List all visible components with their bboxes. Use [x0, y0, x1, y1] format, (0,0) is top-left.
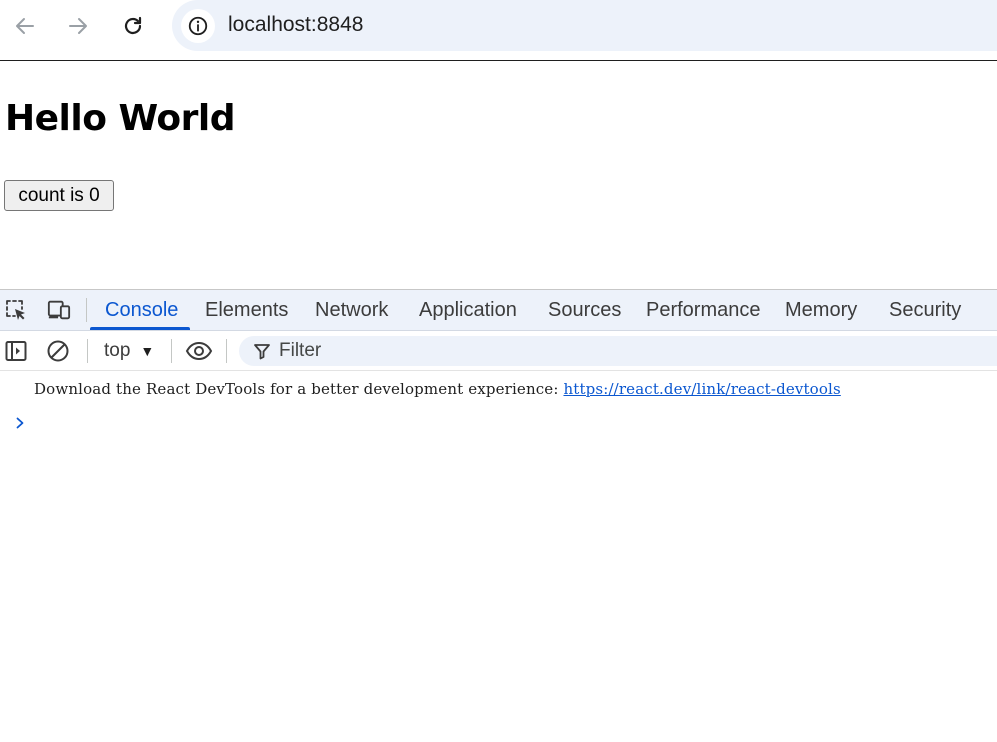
device-toolbar-button[interactable] — [46, 298, 72, 322]
console-log-message: Download the React DevTools for a better… — [34, 379, 841, 399]
react-devtools-link[interactable]: https://react.dev/link/react-devtools — [563, 380, 840, 398]
console-output[interactable]: Download the React DevTools for a better… — [0, 371, 997, 742]
tab-application[interactable]: Application — [419, 290, 517, 330]
caret-down-icon: ▼ — [140, 343, 155, 359]
console-toolbar: top ▼ Filter — [0, 331, 997, 371]
url-text[interactable]: localhost:8848 — [228, 12, 363, 38]
tab-security[interactable]: Security — [889, 290, 961, 330]
show-sidebar-button[interactable] — [4, 339, 28, 363]
console-message-text: Download the React DevTools for a better… — [34, 380, 564, 398]
arrow-left-icon — [16, 18, 34, 34]
device-toolbar-icon — [47, 300, 71, 320]
tab-sources[interactable]: Sources — [548, 290, 621, 330]
live-expression-eye-icon — [185, 341, 213, 361]
back-button[interactable] — [7, 8, 43, 44]
browser-toolbar: localhost:8848 — [0, 0, 997, 61]
inspect-element-button[interactable] — [4, 298, 28, 322]
context-selector[interactable]: top ▼ — [104, 331, 154, 371]
devtools-panel: Console Elements Network Application Sou… — [0, 289, 997, 741]
tab-memory[interactable]: Memory — [785, 290, 857, 330]
devtools-tabbar: Console Elements Network Application Sou… — [0, 290, 997, 331]
prompt-chevron-icon[interactable] — [13, 416, 27, 430]
clear-console-icon — [47, 340, 69, 362]
context-selector-value: top — [104, 340, 131, 361]
console-filter-input[interactable]: Filter — [239, 336, 997, 366]
arrow-right-icon — [69, 18, 87, 34]
forward-button[interactable] — [60, 8, 96, 44]
live-expression-button[interactable] — [185, 339, 213, 363]
address-bar[interactable]: localhost:8848 — [172, 0, 997, 51]
toolbar-divider — [87, 339, 88, 363]
active-tab-indicator — [90, 327, 190, 330]
reload-button[interactable] — [115, 8, 151, 44]
reload-icon — [124, 16, 142, 35]
tab-network[interactable]: Network — [315, 290, 388, 330]
sidebar-toggle-icon — [5, 341, 27, 361]
filter-icon — [254, 344, 270, 360]
clear-console-button[interactable] — [46, 339, 70, 363]
toolbar-divider — [226, 339, 227, 363]
tab-divider — [86, 298, 87, 322]
toolbar-divider — [171, 339, 172, 363]
info-icon — [188, 16, 208, 36]
count-button[interactable]: count is 0 — [4, 180, 114, 211]
page-heading: Hello World — [5, 98, 236, 139]
site-info-button[interactable] — [181, 9, 215, 43]
tab-console[interactable]: Console — [105, 290, 178, 330]
inspect-element-icon — [6, 300, 25, 320]
tab-performance[interactable]: Performance — [646, 290, 761, 330]
filter-placeholder: Filter — [279, 340, 322, 361]
tab-elements[interactable]: Elements — [205, 290, 288, 330]
